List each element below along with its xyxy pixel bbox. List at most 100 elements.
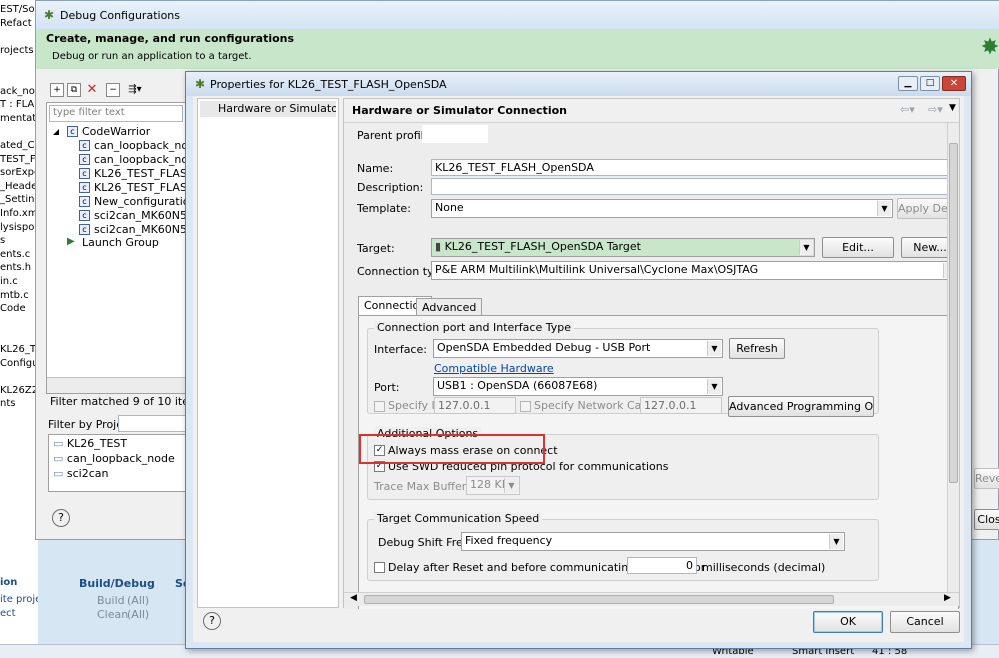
clean-link[interactable]: Clean (97, 608, 128, 621)
template-select[interactable]: None ▼ (431, 199, 893, 218)
connection-type-select[interactable]: P&E ARM Multilink\Multilink Universal\Cy… (431, 261, 959, 280)
launch-group-label[interactable]: Launch Group (82, 236, 159, 249)
build-debug-panel: Build/Debug Build (All) Clean (All) Se (75, 575, 195, 630)
delete-config-icon[interactable]: ✕ (85, 82, 99, 98)
edit-target-button[interactable]: Edit... (822, 237, 894, 258)
tree-root-label[interactable]: CodeWarrior (82, 125, 150, 138)
ide-tree-item[interactable]: Refact (0, 18, 38, 29)
ide-tree-item[interactable]: _Setting (0, 194, 38, 205)
debug-help-icon[interactable]: ? (52, 509, 70, 527)
help-icon[interactable]: ? (203, 612, 221, 630)
vertical-scroll-thumb[interactable] (949, 143, 958, 483)
connection-tab-panel: Connection port and Interface Type Inter… (358, 315, 959, 609)
forward-nav-icon[interactable]: ⇨▾ (928, 103, 943, 116)
content-horizontal-scrollbar[interactable]: ◀ ▶ (344, 592, 959, 606)
port-select[interactable]: USB1 : OpenSDA (66087E68) ▼ (433, 377, 723, 396)
clean-all-link[interactable]: (All) (127, 608, 149, 621)
tree-item[interactable]: c sci2can_MK60N512VM (79, 209, 187, 223)
ide-tree-item[interactable]: Code (0, 303, 38, 314)
revert-button[interactable]: Revert (974, 468, 999, 489)
tree-item[interactable]: c sci2can_MK60N512VM (79, 223, 187, 237)
project-item-label: can_loopback_node (66, 452, 175, 465)
ide-tree-item[interactable]: ated_Cod (0, 140, 38, 151)
project-item[interactable]: ▭ KL26_TEST (53, 437, 127, 450)
ide-tree-item[interactable]: T : FLAS (0, 99, 38, 110)
interface-select[interactable]: OpenSDA Embedded Debug - USB Port ▼ (433, 339, 723, 358)
duplicate-config-icon[interactable]: ⧉ (67, 83, 81, 97)
specify-network-card-checkbox[interactable] (520, 401, 531, 412)
ide-tree-item[interactable]: ents.h (0, 262, 38, 273)
ide-tree-item[interactable]: ents.c (0, 249, 38, 260)
ide-bottom-text[interactable]: ect (0, 608, 38, 619)
minimize-icon[interactable]: ▁ (898, 76, 918, 91)
ok-button[interactable]: OK (813, 611, 883, 633)
advanced-programming-options-button[interactable]: Advanced Programming Options (728, 396, 874, 417)
properties-titlebar[interactable]: ✱ Properties for KL26_TEST_FLASH_OpenSDA… (186, 72, 971, 96)
new-config-icon[interactable]: + (50, 83, 64, 97)
shift-freq-select[interactable]: Fixed frequency ▼ (461, 532, 845, 551)
ide-tree-item[interactable]: KL26_TES (0, 344, 38, 355)
tree-item[interactable]: c KL26_TEST_FLASH_Se (79, 181, 187, 195)
ide-tree-item[interactable]: sorExpert (0, 167, 38, 178)
ide-tree-item[interactable]: Info.xml (0, 208, 38, 219)
close-icon[interactable]: ✕ (942, 76, 966, 91)
ide-tree-item[interactable]: EST/Sou (0, 4, 38, 15)
close-button[interactable]: Clos (974, 509, 999, 530)
specify-network-card-input[interactable]: 127.0.0.1 (640, 397, 722, 414)
nav-item-hardware[interactable]: Hardware or Simulator Conn (200, 101, 336, 117)
project-item[interactable]: ▭ sci2can (53, 467, 109, 480)
filter-menu-icon[interactable]: ⇶▾ (124, 83, 146, 97)
interface-select-value: OpenSDA Embedded Debug - USB Port (437, 341, 651, 354)
cancel-button[interactable]: Cancel (890, 611, 960, 633)
ide-tree-item[interactable]: in.c (0, 276, 38, 287)
ide-tree-item[interactable]: nts (0, 398, 38, 409)
ide-tree-item[interactable]: _Header (0, 181, 38, 192)
ide-tree-item[interactable]: ack_nod (0, 86, 38, 97)
view-menu-icon[interactable]: ▼ (949, 103, 956, 113)
tree-horizontal-scrollbar[interactable] (47, 377, 185, 393)
target-select[interactable]: ▮ KL26_TEST_FLASH_OpenSDA Target ▼ (431, 238, 815, 257)
ide-tree-item[interactable]: s (0, 235, 38, 246)
ide-bottom-text[interactable]: ite project (0, 594, 38, 605)
tree-item[interactable]: c can_loopback_node_M (79, 139, 187, 153)
scroll-right-icon[interactable]: ▶ (944, 593, 951, 603)
ide-tree-item[interactable]: rojects (0, 45, 38, 56)
ide-tree-item[interactable]: Configu (0, 358, 38, 369)
ide-tree-item[interactable]: lysispoin (0, 222, 38, 233)
target-speed-title: Target Communication Speed (374, 512, 543, 525)
tree-item[interactable]: c New_configuration (79, 195, 187, 209)
build-link[interactable]: Build (97, 594, 125, 607)
name-input[interactable]: KL26_TEST_FLASH_OpenSDA (431, 159, 959, 176)
project-folder-icon: ▭ (53, 437, 64, 450)
content-vertical-scrollbar[interactable] (947, 123, 959, 592)
specify-ip-checkbox[interactable] (374, 401, 385, 412)
horizontal-scroll-thumb[interactable] (364, 595, 834, 604)
ide-tree-item[interactable]: KL26Z256 (0, 385, 38, 396)
filter-by-project-input[interactable] (118, 415, 188, 432)
ide-tree-item[interactable]: TEST_FLA (0, 154, 38, 165)
collapse-all-icon[interactable]: − (106, 83, 120, 97)
port-label: Port: (374, 381, 400, 394)
ide-tree-item[interactable]: mentation (0, 113, 38, 124)
tree-item[interactable]: c can_loopback_node_M (79, 153, 187, 167)
build-all-link[interactable]: (All) (127, 594, 149, 607)
tab-advanced[interactable]: Advanced (416, 298, 483, 316)
refresh-button[interactable]: Refresh (729, 338, 785, 359)
back-nav-icon[interactable]: ⇦▾ (900, 103, 915, 116)
ide-tree-item[interactable]: mtb.c (0, 290, 38, 301)
specify-ip-input[interactable]: 127.0.0.1 (434, 397, 516, 414)
maximize-icon[interactable]: □ (920, 76, 940, 91)
config-filter-input[interactable]: type filter text (49, 105, 183, 122)
debug-bug-icon: ✱ (43, 8, 55, 22)
project-item[interactable]: ▭ can_loopback_node (53, 452, 175, 465)
target-chip-icon: ▮ (435, 240, 442, 253)
delay-after-reset-checkbox[interactable] (374, 562, 385, 573)
scroll-left-icon[interactable]: ◀ (350, 593, 357, 603)
compatible-hardware-link[interactable]: Compatible Hardware (434, 362, 554, 375)
tree-expand-icon[interactable]: ◢ (53, 127, 59, 136)
debug-dialog-titlebar[interactable]: ✱ Debug Configurations (36, 1, 999, 29)
description-input[interactable] (431, 178, 959, 195)
delay-input[interactable]: 0 (627, 557, 697, 574)
tree-item[interactable]: c KL26_TEST_FLASH_Op (79, 167, 187, 181)
trace-buffer-select[interactable]: 128 KB ▼ (466, 476, 520, 495)
